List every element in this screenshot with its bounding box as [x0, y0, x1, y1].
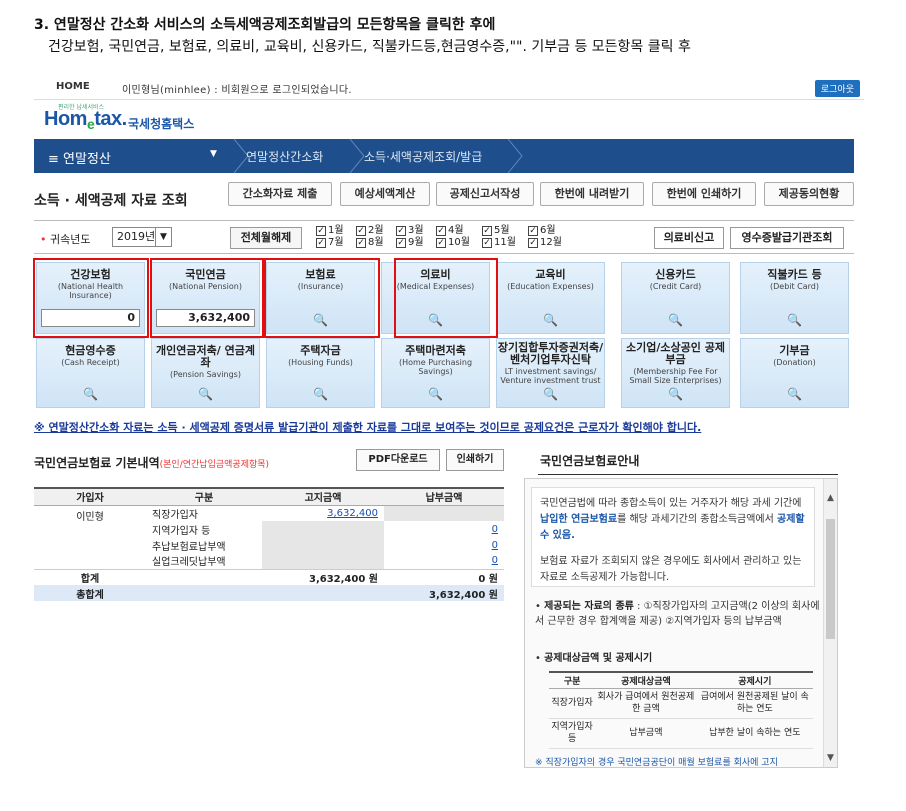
deselect-all-months-button[interactable]: 전체월해제	[230, 227, 302, 249]
guide-intro: 국민연금법에 따라 종합소득이 있는 거주자가 해당 과세 기간에 납입한 연금…	[531, 487, 815, 587]
table-row: 지역가입자 등 납부금액 납부한 날이 속하는 연도	[549, 718, 813, 749]
highlight-insurance	[264, 258, 380, 338]
guide-section-deduction: • 공제대상금액 및 공제시기	[535, 653, 653, 664]
medical-report-button[interactable]: 의료비신고	[654, 227, 724, 249]
search-icon[interactable]: 🔍	[382, 387, 489, 401]
tile-pension-savings[interactable]: 개인연금저축/ 연금계좌 (Pension Savings) 🔍	[151, 338, 260, 408]
breadcrumb-separator-icon	[507, 139, 523, 173]
chevron-down-icon[interactable]: ▼	[210, 149, 217, 159]
guide-panel[interactable]: 국민연금법에 따라 종합소득이 있는 거주자가 해당 과세 기간에 납입한 연금…	[524, 478, 838, 768]
tile-venture-investment[interactable]: 장기집합투자증권저축/ 벤처기업투자신탁 LT investment savin…	[496, 338, 605, 408]
highlight-national-pension	[150, 258, 264, 338]
chevron-down-icon[interactable]: ▼	[155, 228, 171, 246]
highlight-health-insurance	[33, 258, 149, 338]
breadcrumb-deduction-inquiry[interactable]: 소득·세액공제조회/발급	[364, 148, 482, 165]
tile-donation[interactable]: 기부금 (Donation) 🔍	[740, 338, 849, 408]
scroll-down-icon[interactable]: ▼	[824, 753, 837, 763]
paid-amount-link[interactable]: 0	[384, 537, 504, 553]
write-deduction-form-button[interactable]: 공제신고서작성	[436, 182, 534, 206]
print-button[interactable]: 인쇄하기	[446, 449, 504, 471]
submit-simplified-button[interactable]: 간소화자료 제출	[228, 182, 332, 206]
main-nav: ≡ 연말정산 ▼ 연말정산간소화 소득·세액공제조회/발급	[34, 139, 854, 173]
year-label: • 귀속년도	[40, 233, 91, 246]
guide-title: 국민연금보험료안내	[540, 454, 640, 468]
notice-amount-link[interactable]: 3,632,400	[262, 505, 384, 521]
search-icon[interactable]: 🔍	[741, 313, 848, 327]
table-header-row: 가입자 구분 고지금액 납부금액	[34, 487, 504, 506]
top-bar: HOME 이민형님(minhlee) : 비회원으로 로그인되었습니다. 로그아…	[34, 78, 864, 100]
month-checkbox-6[interactable]: ✓ 6월	[528, 226, 556, 236]
nav-menu-year-end[interactable]: ≡ 연말정산	[48, 148, 111, 167]
month-checkbox-1[interactable]: ✓ 1월	[316, 226, 344, 236]
tile-cash-receipt[interactable]: 현금영수증 (Cash Receipt) 🔍	[36, 338, 145, 408]
consent-status-button[interactable]: 제공동의현황	[764, 182, 854, 206]
paid-amount-link[interactable]: 0	[384, 553, 504, 569]
home-link[interactable]: HOME	[56, 81, 90, 92]
search-icon[interactable]: 🔍	[267, 387, 374, 401]
logo-wordmark: Hometax.	[44, 108, 127, 132]
search-icon[interactable]: 🔍	[622, 387, 729, 401]
page-heading: 3. 연말정산 간소화 서비스의 소득세액공제조회발급의 모든항목을 클릭한 후…	[34, 17, 496, 33]
tile-housing-funds[interactable]: 주택자금 (Housing Funds) 🔍	[266, 338, 375, 408]
sum-row: 합계 3,632,400 원 0 원	[34, 568, 504, 585]
search-icon[interactable]: 🔍	[622, 313, 729, 327]
total-row: 총합계 3,632,400 원	[34, 585, 504, 601]
print-all-button[interactable]: 한번에 인쇄하기	[652, 182, 756, 206]
pension-panel-title: 국민연금보험료 기본내역(본인/연간납입금액공제항목)	[34, 456, 270, 470]
table-row: 직장가입자 회사가 급여에서 원천공제한 금액 급여에서 원천공제된 날이 속하…	[549, 688, 813, 719]
subscriber-name: 이민형	[76, 511, 104, 523]
month-checkbox-2[interactable]: ✓ 2월	[356, 226, 384, 236]
pdf-download-button[interactable]: PDF다운로드	[356, 449, 440, 471]
scroll-up-icon[interactable]: ▲	[824, 493, 837, 503]
pension-table: 가입자 구분 고지금액 납부금액 이민형 직장가입자 3,632,400 지역가…	[34, 487, 504, 601]
section-title: 소득 · 세액공제 자료 조회	[34, 193, 188, 209]
page-subheading: 건강보험, 국민연금, 보험료, 의료비, 교육비, 신용카드, 직불카드등,현…	[48, 39, 691, 55]
month-checkbox-8[interactable]: ✓ 8월	[356, 238, 384, 248]
login-status: 이민형님(minhlee) : 비회원으로 로그인되었습니다.	[122, 85, 352, 96]
month-checkbox-10[interactable]: ✓ 10월	[436, 238, 470, 248]
month-checkbox-9[interactable]: ✓ 9월	[396, 238, 424, 248]
guide-section-data-type: • 제공되는 자료의 종류 : ①직장가입자의 고지금액(2 이상의 회사에서 …	[535, 601, 820, 627]
guide-footnote: ※ 직장가입자의 경우 국민연금공단이 매월 보험료를 회사에 고지	[535, 758, 778, 768]
table-header-row: 구분 공제대상금액 공제시기	[549, 671, 813, 689]
tile-debit-card[interactable]: 직불카드 등 (Debit Card) 🔍	[740, 262, 849, 334]
highlight-medical	[394, 258, 498, 338]
paid-amount-link[interactable]: 0	[384, 521, 504, 537]
estimate-tax-button[interactable]: 예상세액계산	[340, 182, 430, 206]
search-icon[interactable]: 🔍	[497, 313, 604, 327]
breadcrumb-simplified[interactable]: 연말정산간소화	[246, 148, 323, 165]
tile-credit-card[interactable]: 신용카드 (Credit Card) 🔍	[621, 262, 730, 334]
filter-bar: • 귀속년도 2019년 ▼ 전체월해제 ✓ 1월 ✓ 7월 ✓ 2월 ✓ 8월 ✓ 3월…	[34, 220, 854, 254]
search-icon[interactable]: 🔍	[497, 387, 604, 401]
search-icon[interactable]: 🔍	[37, 387, 144, 401]
search-icon[interactable]: 🔍	[741, 387, 848, 401]
month-checkbox-4[interactable]: ✓ 4월	[436, 226, 464, 236]
month-checkbox-12[interactable]: ✓ 12월	[528, 238, 562, 248]
month-checkbox-5[interactable]: ✓ 5월	[482, 226, 510, 236]
search-icon[interactable]: 🔍	[152, 387, 259, 401]
month-checkbox-11[interactable]: ✓ 11월	[482, 238, 516, 248]
tile-education-expenses[interactable]: 교육비 (Education Expenses) 🔍	[496, 262, 605, 334]
disclaimer-notice: ※ 연말정산간소화 자료는 소득 · 세액공제 증명서류 발급기관이 제출한 자…	[34, 421, 702, 434]
scrollbar-thumb[interactable]	[826, 519, 835, 639]
logo-korean: 국세청홈택스	[128, 117, 195, 131]
logout-button[interactable]: 로그아웃	[814, 80, 860, 97]
guide-scrollbar[interactable]: ▲ ▼	[823, 479, 837, 767]
guide-table: 구분 공제대상금액 공제시기 직장가입자 회사가 급여에서 원천공제한 금액 급…	[549, 671, 813, 749]
table-row: 이민형 직장가입자 3,632,400	[34, 505, 504, 523]
guide-divider	[538, 474, 838, 475]
tile-home-purchasing-savings[interactable]: 주택마련저축 (Home Purchasing Savings) 🔍	[381, 338, 490, 408]
month-checkbox-7[interactable]: ✓ 7월	[316, 238, 344, 248]
month-checkbox-3[interactable]: ✓ 3월	[396, 226, 424, 236]
year-select[interactable]: 2019년 ▼	[112, 227, 172, 247]
receipt-issuer-search-button[interactable]: 영수증발급기관조회	[730, 227, 844, 249]
download-all-button[interactable]: 한번에 내려받기	[540, 182, 644, 206]
tile-small-business-fund[interactable]: 소기업/소상공인 공제부금 (Membership Fee For Small …	[621, 338, 730, 408]
